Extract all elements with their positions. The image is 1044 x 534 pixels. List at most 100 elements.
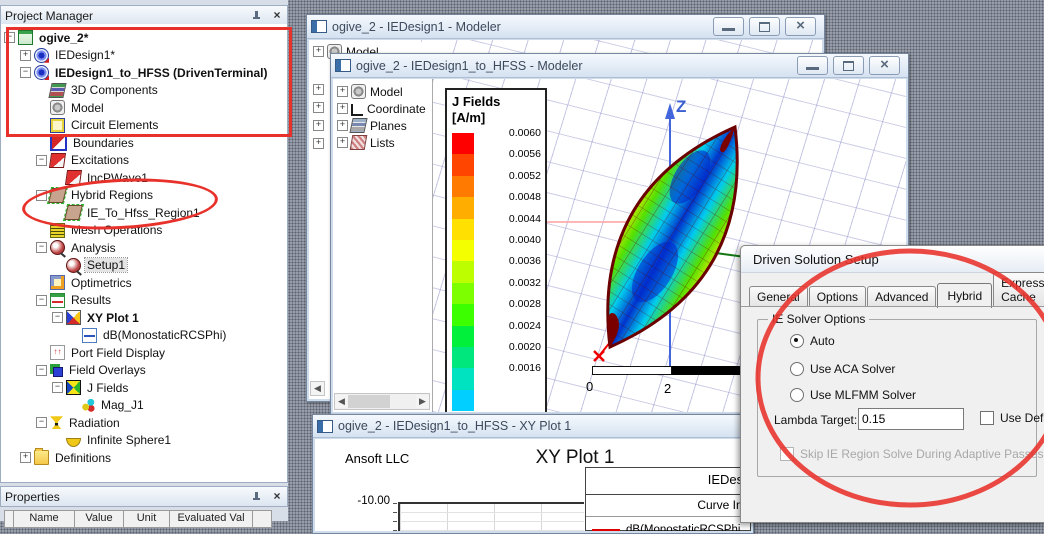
pin-icon[interactable] xyxy=(251,11,261,21)
restore-button[interactable] xyxy=(833,56,864,75)
column-name[interactable]: Name xyxy=(13,510,75,528)
collapse-icon[interactable]: − xyxy=(36,242,47,253)
horizontal-scrollbar[interactable]: ◀ ▶ xyxy=(334,393,430,410)
tree-item-planes[interactable]: +Planes xyxy=(333,117,432,134)
driven-solution-setup-dialog[interactable]: Driven Solution Setup General Options Ad… xyxy=(740,245,1044,523)
dialog-titlebar[interactable]: Driven Solution Setup xyxy=(741,246,1044,273)
minimize-button[interactable] xyxy=(713,17,744,36)
tree-item-ie-to-hfss-region1[interactable]: IE_To_Hfss_Region1 xyxy=(1,204,287,222)
close-icon[interactable] xyxy=(271,491,283,503)
tree-item-boundaries[interactable]: Boundaries xyxy=(1,134,287,152)
checkbox-icon[interactable] xyxy=(980,411,994,425)
tree-item-port-field-display[interactable]: Port Field Display xyxy=(1,344,287,362)
pin-icon[interactable] xyxy=(251,492,261,502)
left-dock: Project Manager −ogive_2* +IEDesign1* −I… xyxy=(0,0,288,521)
radio-use-aca-solver[interactable]: Use ACA Solver xyxy=(790,362,895,376)
tab-expression-cache[interactable]: Expression Cache xyxy=(993,272,1044,307)
expand-icon[interactable]: + xyxy=(337,137,348,148)
tab-general[interactable]: General xyxy=(749,286,808,307)
design-icon xyxy=(34,48,49,63)
tree-item-excitations[interactable]: −Excitations xyxy=(1,152,287,170)
trace-legend-row[interactable]: dB(MonostaticRCSPhi xyxy=(586,517,750,531)
collapse-icon[interactable]: − xyxy=(36,365,47,376)
tree-item-mag-j1[interactable]: Mag_J1 xyxy=(1,397,287,415)
scroll-left-button[interactable]: ◀ xyxy=(335,395,348,408)
collapse-icon[interactable]: − xyxy=(52,382,63,393)
column-evaluated-value[interactable]: Evaluated Val xyxy=(169,510,253,528)
tree-item-hybrid-regions[interactable]: −Hybrid Regions xyxy=(1,187,287,205)
radio-button-icon[interactable] xyxy=(790,334,804,348)
tree-item-j-fields[interactable]: −J Fields xyxy=(1,379,287,397)
tree-item-field-overlays[interactable]: −Field Overlays xyxy=(1,362,287,380)
tree-item-iedesign1-to-hfss[interactable]: −IEDesign1_to_HFSS (DrivenTerminal) xyxy=(1,64,287,82)
tree-item-infinite-sphere1[interactable]: Infinite Sphere1 xyxy=(1,432,287,450)
expand-icon[interactable]: + xyxy=(313,138,324,149)
collapse-icon[interactable]: − xyxy=(20,67,31,78)
tab-hybrid[interactable]: Hybrid xyxy=(937,283,992,308)
tree-item-incpwave1[interactable]: IncPWave1 xyxy=(1,169,287,187)
modeler-back-title: ogive_2 - IEDesign1 - Modeler xyxy=(332,20,501,34)
expand-icon[interactable]: + xyxy=(337,86,348,97)
minimize-button[interactable] xyxy=(797,56,828,75)
tree-item-mesh-operations[interactable]: Mesh Operations xyxy=(1,222,287,240)
design-name-label: IEDesi xyxy=(586,468,750,495)
tree-item-definitions[interactable]: +Definitions xyxy=(1,449,287,467)
scroll-right-button[interactable]: ▶ xyxy=(416,395,429,408)
y-axis-ticks xyxy=(393,503,397,531)
expand-icon[interactable]: + xyxy=(337,120,348,131)
column-unit[interactable]: Unit xyxy=(123,510,170,528)
collapse-icon[interactable]: − xyxy=(4,32,15,43)
tree-item-analysis[interactable]: −Analysis xyxy=(1,239,287,257)
radio-button-icon[interactable] xyxy=(790,362,804,376)
radio-use-mlfmm-solver[interactable]: Use MLFMM Solver xyxy=(790,388,916,402)
tree-item-model[interactable]: Model xyxy=(1,99,287,117)
tree-item-db-monostatic[interactable]: dB(MonostaticRCSPhi) xyxy=(1,327,287,345)
collapse-icon[interactable]: − xyxy=(36,155,47,166)
tree-item-optimetrics[interactable]: Optimetrics xyxy=(1,274,287,292)
properties-titlebar[interactable]: Properties xyxy=(0,486,288,507)
close-icon[interactable] xyxy=(271,10,283,22)
xy-plot-window[interactable]: ogive_2 - IEDesign1_to_HFSS - XY Plot 1 … xyxy=(312,414,754,534)
maximize-button[interactable] xyxy=(749,17,780,36)
expand-icon[interactable]: + xyxy=(20,50,31,61)
xy-plot-titlebar[interactable]: ogive_2 - IEDesign1_to_HFSS - XY Plot 1 xyxy=(313,415,753,438)
close-button[interactable] xyxy=(869,56,900,75)
collapse-icon[interactable]: − xyxy=(52,312,63,323)
modeler-front-titlebar[interactable]: ogive_2 - IEDesign1_to_HFSS - Modeler xyxy=(331,54,908,78)
collapse-icon[interactable]: − xyxy=(36,190,47,201)
radio-button-icon[interactable] xyxy=(790,388,804,402)
modeler-back-titlebar[interactable]: ogive_2 - IEDesign1 - Modeler xyxy=(307,15,824,39)
tree-item-model[interactable]: +Model xyxy=(333,83,432,100)
collapse-icon[interactable]: − xyxy=(36,295,47,306)
tree-item-coordinate[interactable]: +Coordinate xyxy=(333,100,432,117)
radio-auto[interactable]: Auto xyxy=(790,334,835,348)
expand-icon[interactable]: + xyxy=(337,103,348,114)
plot-area[interactable] xyxy=(400,504,584,531)
tree-item-iedesign1[interactable]: +IEDesign1* xyxy=(1,47,287,65)
coordinate-axes-icon xyxy=(351,104,363,116)
expand-icon[interactable]: + xyxy=(313,84,324,95)
tree-item-radiation[interactable]: −Radiation xyxy=(1,414,287,432)
expand-icon[interactable]: + xyxy=(20,452,31,463)
lambda-target-input[interactable] xyxy=(858,408,964,430)
close-button[interactable] xyxy=(785,17,816,36)
tree-item-results[interactable]: −Results xyxy=(1,292,287,310)
scroll-left-button[interactable]: ◀ xyxy=(310,381,325,396)
tree-item-3d-components[interactable]: 3D Components xyxy=(1,82,287,100)
tab-advanced[interactable]: Advanced xyxy=(867,286,936,307)
project-manager-titlebar[interactable]: Project Manager xyxy=(0,5,288,26)
expand-icon[interactable]: + xyxy=(313,120,324,131)
expand-icon[interactable]: + xyxy=(313,102,324,113)
tree-item-setup1[interactable]: Setup1 xyxy=(1,257,287,275)
tree-item-xy-plot-1[interactable]: −XY Plot 1 xyxy=(1,309,287,327)
tree-item-project[interactable]: −ogive_2* xyxy=(1,29,287,47)
modeler-front-title: ogive_2 - IEDesign1_to_HFSS - Modeler xyxy=(356,59,583,73)
column-value[interactable]: Value xyxy=(74,510,124,528)
collapse-icon[interactable]: − xyxy=(36,417,47,428)
expand-icon[interactable]: + xyxy=(313,46,324,57)
tree-item-circuit-elements[interactable]: Circuit Elements xyxy=(1,117,287,135)
scroll-thumb[interactable] xyxy=(348,395,390,408)
tree-item-lists[interactable]: +Lists xyxy=(333,134,432,151)
tab-options[interactable]: Options xyxy=(809,286,866,307)
use-default-checkbox[interactable]: Use Defau xyxy=(980,411,1044,425)
